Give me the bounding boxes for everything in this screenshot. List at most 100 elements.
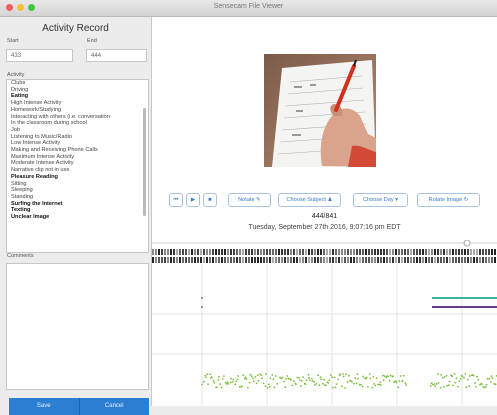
choose-day-dropdown[interactable]: Choose Day ▾ bbox=[353, 193, 408, 207]
activity-dot bbox=[397, 386, 400, 389]
activity-list-item[interactable]: Sitting bbox=[7, 181, 148, 188]
thumbnail bbox=[206, 257, 208, 263]
thumbnail bbox=[407, 249, 409, 255]
activity-list-item[interactable]: Sleeping bbox=[7, 187, 148, 194]
activity-dot bbox=[485, 386, 487, 388]
activity-dot bbox=[284, 386, 287, 389]
activity-dot bbox=[393, 381, 395, 384]
activity-dot bbox=[255, 382, 258, 385]
thumbnail bbox=[392, 257, 394, 263]
activity-dot bbox=[333, 376, 336, 379]
activity-list-item[interactable]: Listening to Music/Radio bbox=[7, 134, 148, 141]
activity-dot bbox=[319, 376, 322, 379]
thumbnail bbox=[251, 257, 253, 263]
activity-dot bbox=[318, 384, 321, 387]
thumbnail bbox=[338, 257, 340, 263]
activity-list-item[interactable]: Eating bbox=[7, 93, 148, 100]
activity-list-item[interactable]: Moderate Intense Activity bbox=[7, 160, 148, 167]
activity-dot bbox=[445, 375, 448, 377]
activity-dot bbox=[365, 376, 368, 379]
start-input[interactable]: 433 bbox=[6, 49, 73, 62]
activity-list-item[interactable]: Interacting with others (i.e. conversati… bbox=[7, 114, 148, 121]
activity-dot bbox=[439, 386, 442, 389]
activity-list-item[interactable]: Texting bbox=[7, 207, 148, 214]
thumbnail bbox=[428, 257, 430, 263]
activity-dot bbox=[429, 385, 432, 388]
save-button[interactable]: Save bbox=[9, 398, 80, 415]
activity-list-item[interactable]: Narrative clip not in use bbox=[7, 167, 148, 174]
thumbnail bbox=[290, 249, 292, 255]
stop-button[interactable]: ■ bbox=[203, 193, 217, 207]
activity-dot bbox=[437, 382, 440, 384]
activity-dot bbox=[433, 383, 436, 385]
activity-dot bbox=[372, 376, 375, 378]
end-input[interactable]: 444 bbox=[86, 49, 147, 62]
activity-dot bbox=[291, 384, 294, 387]
activity-list-item[interactable]: Driving bbox=[7, 87, 148, 94]
timeline-scrubber[interactable] bbox=[152, 240, 497, 264]
first-frame-button[interactable]: ⏮ bbox=[169, 193, 183, 207]
play-button[interactable]: ▶ bbox=[186, 193, 200, 207]
activity-dot bbox=[379, 384, 382, 386]
activity-dot bbox=[304, 383, 307, 386]
activity-list-item[interactable]: High Intense Activity bbox=[7, 100, 148, 107]
activity-list-item[interactable]: Unclear Image bbox=[7, 214, 148, 221]
activity-list-item[interactable]: In the classroom during school bbox=[7, 120, 148, 127]
thumbnail bbox=[359, 249, 361, 255]
thumbnail bbox=[182, 257, 184, 263]
thumbnail bbox=[488, 257, 490, 263]
thumbnail bbox=[161, 257, 163, 263]
activity-dot bbox=[475, 386, 477, 388]
thumbnail bbox=[467, 249, 469, 255]
comments-textarea[interactable] bbox=[6, 263, 149, 390]
thumbnail bbox=[458, 257, 460, 263]
choose-subject-button[interactable]: Choose Subject ♟ bbox=[278, 193, 341, 207]
thumbnail bbox=[257, 249, 259, 255]
thumbnail bbox=[341, 257, 343, 263]
activity-dot bbox=[232, 378, 235, 381]
activity-dot bbox=[335, 383, 338, 385]
activity-list[interactable]: Clubs Driving Eating High Intense Activity H… bbox=[6, 79, 149, 253]
activity-dot bbox=[339, 373, 341, 376]
activity-list-item[interactable]: Pleasure Reading bbox=[7, 174, 148, 181]
activity-list-item[interactable]: Surfing the Internet bbox=[7, 201, 148, 208]
cancel-button[interactable]: Cancel bbox=[79, 398, 149, 415]
activity-list-item[interactable]: Homework/Studying bbox=[7, 107, 148, 114]
thumbnail bbox=[176, 249, 178, 255]
rotate-image-button[interactable]: Rotate Image ↻ bbox=[417, 193, 480, 207]
activity-list-item[interactable]: Job bbox=[7, 127, 148, 134]
activity-list-item[interactable]: Standing bbox=[7, 194, 148, 201]
thumbnail bbox=[320, 257, 322, 263]
activity-dot bbox=[488, 377, 491, 380]
notate-button[interactable]: Notate ✎ bbox=[228, 193, 271, 207]
thumbnail bbox=[416, 257, 418, 263]
thumbnail bbox=[215, 257, 217, 263]
activity-list-item[interactable]: Maximum Intense Activity bbox=[7, 154, 148, 161]
activity-dot bbox=[459, 378, 462, 380]
thumbnail bbox=[434, 257, 436, 263]
activity-dot bbox=[256, 374, 259, 377]
activity-dot bbox=[455, 377, 458, 380]
thumbnail bbox=[452, 249, 454, 255]
thumbnail bbox=[335, 257, 337, 263]
thumbnail bbox=[332, 249, 334, 255]
thumbnail bbox=[347, 257, 349, 263]
thumbnail bbox=[305, 249, 307, 255]
activity-list-item[interactable]: Making and Receiving Phone Calls bbox=[7, 147, 148, 154]
thumbnail bbox=[326, 249, 328, 255]
thumbnail bbox=[410, 257, 412, 263]
activity-list-item[interactable]: Clubs bbox=[7, 80, 148, 87]
activity-dot bbox=[328, 379, 331, 382]
thumbnail bbox=[206, 249, 208, 255]
thumbnail bbox=[302, 249, 304, 255]
thumbnail bbox=[251, 249, 253, 255]
activity-dot bbox=[257, 379, 260, 382]
activity-dot bbox=[461, 375, 464, 378]
activity-dot bbox=[221, 378, 224, 380]
thumbnail bbox=[155, 249, 157, 255]
activity-dot bbox=[223, 375, 225, 378]
activity-list-item[interactable]: Low Intense Activity bbox=[7, 140, 148, 147]
activity-list-scrollbar[interactable] bbox=[143, 108, 146, 216]
image-viewer: ⏮ ▶ ■ Notate ✎ Choose Subject ♟ Choose D… bbox=[152, 17, 497, 406]
activity-dot bbox=[323, 378, 325, 381]
